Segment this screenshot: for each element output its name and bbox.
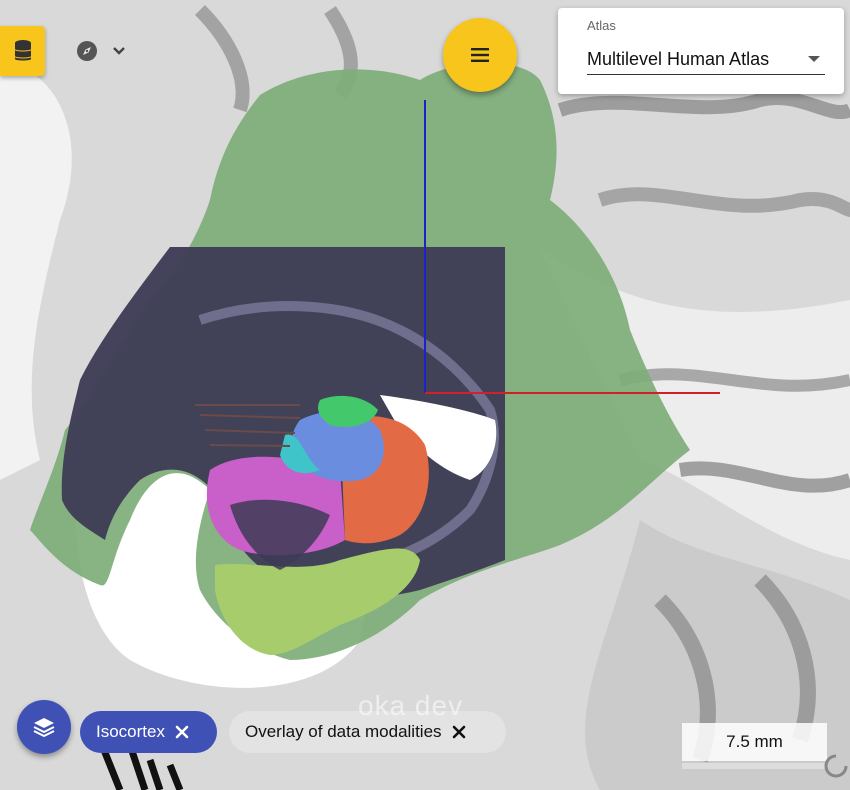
close-icon[interactable] <box>175 725 189 739</box>
layers-icon <box>33 718 55 738</box>
atlas-label: Atlas <box>587 18 616 33</box>
main-menu-button[interactable] <box>443 18 517 92</box>
chip-isocortex[interactable]: Isocortex <box>80 711 217 753</box>
atlas-selected-value: Multilevel Human Atlas <box>587 48 770 69</box>
brain-section-viewer[interactable] <box>0 0 850 790</box>
close-icon[interactable] <box>452 725 466 739</box>
watermark: oka dev <box>358 690 464 721</box>
layers-button[interactable] <box>17 700 71 754</box>
spinner-icon <box>824 754 848 778</box>
database-icon <box>14 40 31 61</box>
scale-bar <box>682 763 827 769</box>
menu-icon <box>471 48 489 62</box>
atlas-selector-card: Atlas Multilevel Human Atlas <box>558 8 844 94</box>
chip-overlay-label: Overlay of data modalities <box>245 722 442 741</box>
chip-isocortex-label: Isocortex <box>96 722 165 741</box>
database-button[interactable] <box>0 26 45 76</box>
scale-value: 7.5 mm <box>726 732 783 751</box>
chevron-down-icon[interactable] <box>112 44 126 58</box>
scale-label: 7.5 mm <box>682 723 827 761</box>
compass-icon[interactable] <box>76 40 98 62</box>
dropdown-caret-icon <box>808 56 820 62</box>
atlas-select[interactable]: Multilevel Human Atlas <box>587 44 825 75</box>
orientation-controls <box>76 40 126 62</box>
